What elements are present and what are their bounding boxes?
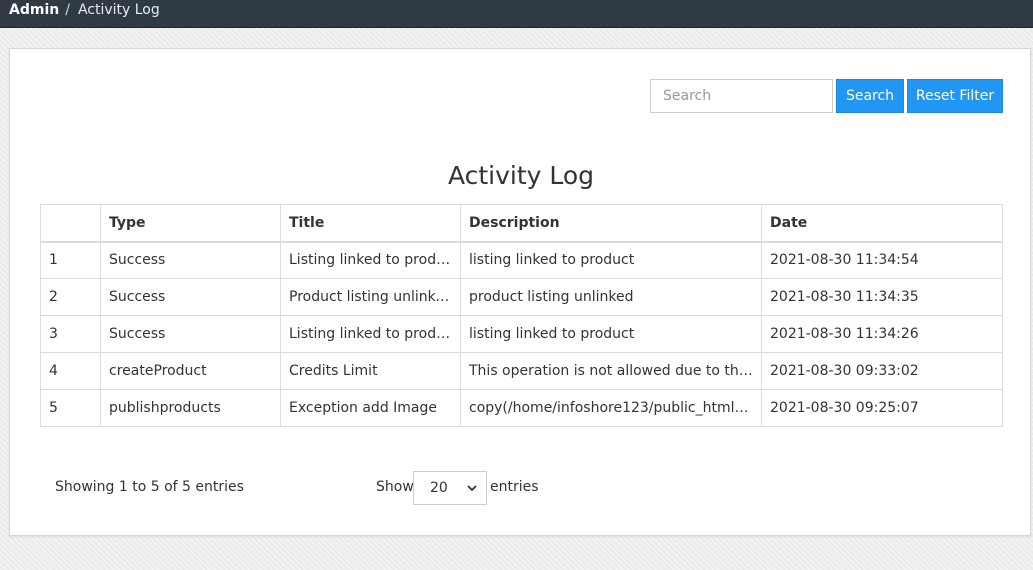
- row-date: 2021-08-30 11:34:35: [761, 278, 1003, 316]
- breadcrumb-admin-link[interactable]: Admin: [9, 2, 59, 18]
- row-index: 3: [40, 315, 101, 353]
- page-title: Activity Log: [447, 161, 595, 190]
- row-title: Exception add Image: [280, 389, 461, 427]
- row-type: Success: [100, 278, 281, 316]
- table-row[interactable]: 3 Success Listing linked to product list…: [40, 315, 1003, 353]
- chevron-down-icon: [467, 485, 477, 492]
- activity-log-table: Type Title Description Date 1 Success Li…: [40, 204, 1003, 427]
- pagination-info: Showing 1 to 5 of 5 entries: [55, 479, 244, 495]
- row-description: product listing unlinked: [460, 278, 762, 316]
- row-index: 4: [40, 352, 101, 390]
- row-date: 2021-08-30 11:34:26: [761, 315, 1003, 353]
- table-row[interactable]: 1 Success Listing linked to product list…: [40, 241, 1003, 279]
- row-index: 1: [40, 241, 101, 279]
- entries-label: entries: [490, 479, 539, 495]
- search-button[interactable]: Search: [836, 79, 904, 113]
- row-date: 2021-08-30 09:25:07: [761, 389, 1003, 427]
- row-title: Product listing unlinked: [280, 278, 461, 316]
- row-date: 2021-08-30 11:34:54: [761, 241, 1003, 279]
- row-index: 2: [40, 278, 101, 316]
- row-description: copy(/home/infoshore123/public_html/etsy…: [460, 389, 762, 427]
- column-header-type[interactable]: Type: [100, 204, 281, 243]
- column-header-description[interactable]: Description: [460, 204, 762, 243]
- row-index: 5: [40, 389, 101, 427]
- row-description: listing linked to product: [460, 315, 762, 353]
- row-type: Success: [100, 315, 281, 353]
- row-description: listing linked to product: [460, 241, 762, 279]
- table-header-row: Type Title Description Date: [40, 204, 1003, 243]
- row-title: Listing linked to product: [280, 315, 461, 353]
- row-title: Credits Limit: [280, 352, 461, 390]
- column-header-title[interactable]: Title: [280, 204, 461, 243]
- row-description: This operation is not allowed due to the…: [460, 352, 762, 390]
- column-header-index[interactable]: [40, 204, 101, 243]
- table-row[interactable]: 2 Success Product listing unlinked produ…: [40, 278, 1003, 316]
- content-panel: Search Reset Filter Activity Log Type Ti…: [9, 48, 1031, 536]
- table-row[interactable]: 5 publishproducts Exception add Image co…: [40, 389, 1003, 427]
- page-length-value: 20: [430, 480, 448, 496]
- row-type: Success: [100, 241, 281, 279]
- row-title: Listing linked to product: [280, 241, 461, 279]
- reset-filter-button[interactable]: Reset Filter: [907, 79, 1003, 113]
- breadcrumb: Admin / Activity Log: [9, 0, 160, 20]
- column-header-date[interactable]: Date: [761, 204, 1003, 243]
- page-length-select[interactable]: 20: [413, 471, 487, 505]
- table-row[interactable]: 4 createProduct Credits Limit This opera…: [40, 352, 1003, 390]
- show-label: Show: [376, 479, 414, 495]
- top-bar: Admin / Activity Log: [0, 0, 1033, 28]
- breadcrumb-separator: /: [65, 2, 70, 18]
- breadcrumb-current: Activity Log: [77, 2, 160, 18]
- search-input[interactable]: [650, 79, 833, 113]
- row-type: createProduct: [100, 352, 281, 390]
- row-date: 2021-08-30 09:33:02: [761, 352, 1003, 390]
- row-type: publishproducts: [100, 389, 281, 427]
